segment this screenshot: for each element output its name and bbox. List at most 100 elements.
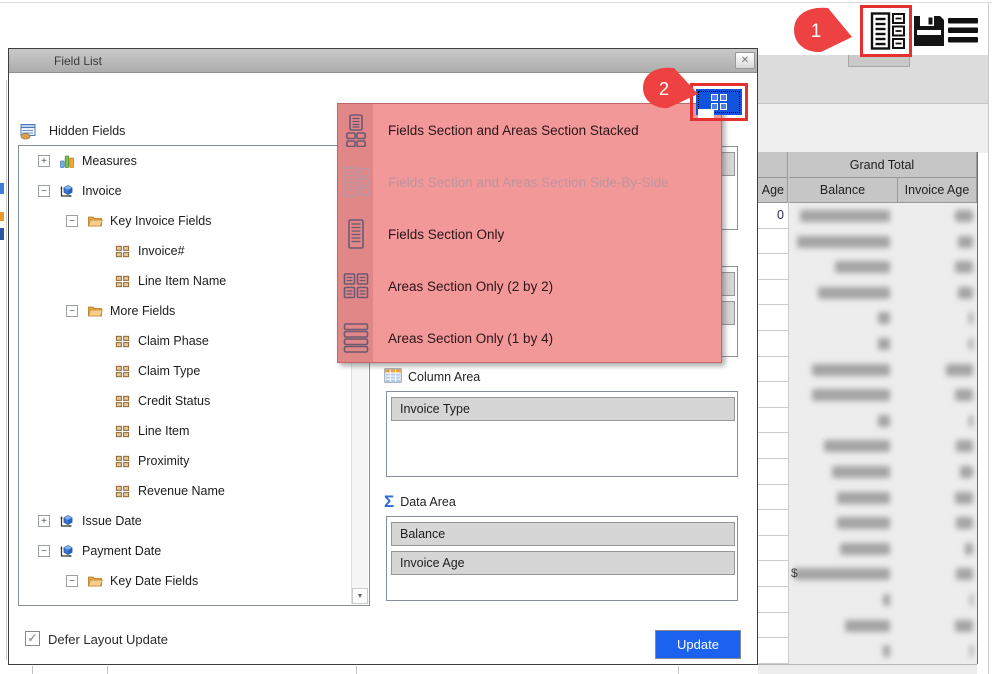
table-row	[758, 229, 977, 255]
tree-item[interactable]: Claim Type	[19, 356, 353, 386]
expander-icon[interactable]: −	[38, 545, 50, 557]
redacted-age-value	[955, 492, 973, 504]
field-icon	[114, 393, 131, 410]
redacted-age-value	[956, 568, 973, 580]
row-cell-clipped	[758, 331, 788, 357]
table-row	[758, 587, 977, 613]
clipped-icon-fragment	[0, 183, 4, 194]
tree-item[interactable]: − Key Date Fields	[19, 566, 353, 596]
redacted-age-value	[965, 543, 973, 555]
defer-layout-update-checkbox[interactable]: ✓	[25, 631, 40, 646]
update-button[interactable]: Update	[655, 630, 741, 659]
row-cell-clipped	[758, 382, 788, 408]
field-chip[interactable]: Invoice Age	[391, 551, 735, 575]
table-row	[758, 613, 977, 639]
data-area-header: Σ Data Area	[384, 493, 456, 511]
background-cell-border	[678, 666, 679, 674]
field-chip[interactable]: Balance	[391, 522, 735, 546]
tree-item[interactable]: Line Item	[19, 416, 353, 446]
invoice-age-header: Invoice Age	[898, 178, 977, 203]
redacted-balance-value	[883, 594, 890, 606]
hamburger-menu-button[interactable]	[947, 16, 979, 51]
dimension-icon	[58, 543, 75, 560]
redacted-balance-value	[794, 568, 890, 580]
tree-item[interactable]: − Invoice	[19, 176, 353, 206]
tree-item[interactable]: Claim Phase	[19, 326, 353, 356]
tree-item[interactable]: Invoice#	[19, 236, 353, 266]
tree-item[interactable]: − More Fields	[19, 296, 353, 326]
clipped-invoice-age-header: Age	[758, 178, 788, 203]
balance-header: Balance	[788, 178, 898, 203]
tree-item[interactable]: + Measures	[19, 146, 353, 176]
expander-icon[interactable]: −	[66, 575, 78, 587]
menu-item[interactable]: Fields Section Only	[338, 208, 721, 260]
column-area-label: Column Area	[408, 370, 480, 384]
tree-item-label: Line Item	[138, 424, 189, 438]
field-chip-label: Balance	[400, 527, 445, 541]
folder-icon	[86, 573, 103, 590]
tree-item-label: Credit Status	[138, 394, 210, 408]
tree-item[interactable]: − Payment Date	[19, 536, 353, 566]
tree-item-label: Key Date Fields	[110, 574, 198, 588]
data-area-label: Data Area	[400, 495, 456, 509]
save-button[interactable]	[911, 13, 947, 54]
expander-icon[interactable]: −	[66, 305, 78, 317]
redacted-age-value	[955, 261, 973, 273]
row-cell-clipped: 0	[758, 203, 788, 229]
folder-icon	[86, 303, 103, 320]
field-icon	[114, 243, 131, 260]
tree-item[interactable]: + Issue Date	[19, 506, 353, 536]
redacted-balance-value	[818, 287, 890, 299]
redacted-balance-value	[878, 415, 890, 427]
row-cell-clipped	[758, 305, 788, 331]
column-divider	[788, 152, 789, 664]
expander-icon[interactable]: −	[38, 185, 50, 197]
redacted-age-value	[955, 389, 973, 401]
menu-item-label: Areas Section Only (2 by 2)	[388, 279, 553, 294]
field-icon	[114, 363, 131, 380]
close-icon[interactable]: ✕	[735, 52, 755, 69]
field-icon	[114, 273, 131, 290]
redacted-balance-value	[824, 440, 890, 452]
menu-item[interactable]: Areas Section Only (2 by 2)	[338, 260, 721, 312]
row-cell-clipped	[758, 254, 788, 280]
tree-item[interactable]: Credit Status	[19, 386, 353, 416]
menu-item-label: Fields Section Only	[388, 227, 504, 242]
tree-item-label: Claim Phase	[138, 334, 209, 348]
scroll-down-arrow-icon[interactable]: ▼	[352, 588, 368, 604]
tree-item[interactable]	[19, 596, 353, 605]
table-row	[758, 638, 977, 664]
redacted-age-value	[969, 338, 973, 350]
expander-icon[interactable]: −	[66, 215, 78, 227]
tree-item[interactable]: − Key Invoice Fields	[19, 206, 353, 236]
field-chip[interactable]: Invoice Type	[391, 397, 735, 421]
redacted-age-value	[970, 645, 973, 657]
tree-item[interactable]: Proximity	[19, 446, 353, 476]
tree-item[interactable]: Revenue Name	[19, 476, 353, 506]
table-right-border	[977, 152, 978, 664]
redacted-age-value	[955, 210, 973, 222]
field-icon	[114, 423, 131, 440]
pivot-table-background: Grand Total Age Balance Invoice Age 0	[758, 55, 988, 674]
background-cell-border	[356, 666, 357, 674]
tree-item-label: Invoice	[82, 184, 122, 198]
redacted-balance-value	[832, 466, 890, 478]
row-cell-clipped	[758, 638, 788, 664]
row-cell-clipped	[758, 561, 788, 587]
tree-item-label: Proximity	[138, 454, 189, 468]
grand-total-header: Grand Total	[788, 152, 977, 178]
redacted-age-value	[969, 312, 973, 324]
hidden-fields-label: Hidden Fields	[49, 124, 125, 138]
row-cell-clipped	[758, 485, 788, 511]
tree-item-label: Invoice#	[138, 244, 185, 258]
redacted-age-value	[958, 287, 973, 299]
table-row	[758, 433, 977, 459]
field-icon	[114, 603, 131, 606]
expander-icon[interactable]: +	[38, 155, 50, 167]
folder-icon	[86, 213, 103, 230]
expander-icon[interactable]: +	[38, 515, 50, 527]
tree-item-label: Revenue Name	[138, 484, 225, 498]
menu-item[interactable]: Areas Section Only (1 by 4)	[338, 312, 721, 364]
side-by-side-layout-icon	[342, 166, 369, 198]
tree-item[interactable]: Line Item Name	[19, 266, 353, 296]
